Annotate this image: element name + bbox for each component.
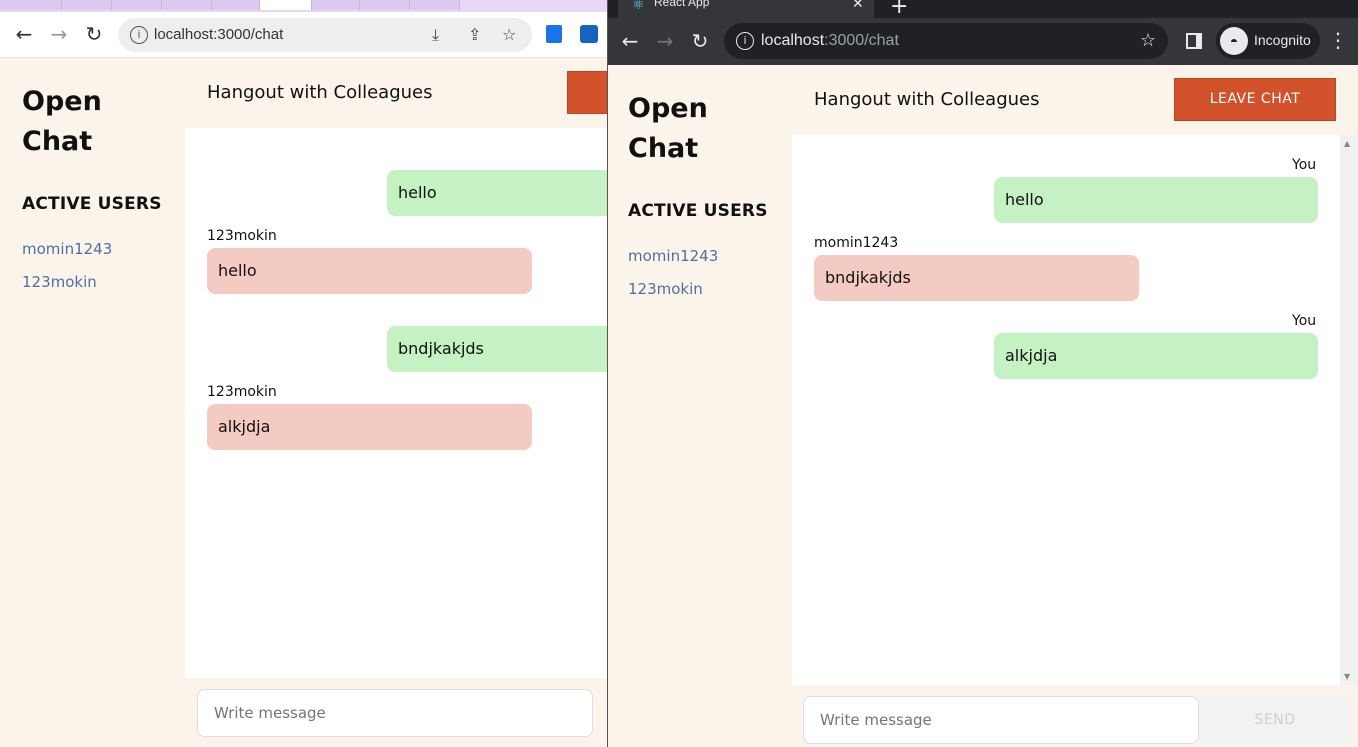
incognito-badge[interactable]: ◓ Incognito bbox=[1216, 23, 1320, 59]
user-item[interactable]: momin1243 bbox=[22, 240, 112, 258]
message-bubble-own: hello bbox=[387, 170, 607, 216]
message-sender: You bbox=[1292, 313, 1317, 329]
message-bubble-other: hello bbox=[207, 248, 532, 294]
messages-list: You hello momin1243 bndjkakjds You alkjd… bbox=[792, 135, 1340, 685]
browser-toolbar: ← → ↻ i localhost:3000/chat ☆ ◓ Incognit… bbox=[608, 18, 1358, 65]
chat-header: Hangout with Colleagues bbox=[185, 58, 607, 128]
tab-title: React App bbox=[654, 0, 710, 9]
reload-icon[interactable]: ↻ bbox=[688, 29, 712, 53]
brand-line: Open bbox=[628, 93, 708, 124]
messages-list: hello 123mokin hello bndjkakjds 123mokin… bbox=[185, 128, 607, 678]
incognito-icon: ◓ bbox=[1220, 27, 1248, 55]
info-icon[interactable]: i bbox=[736, 32, 754, 50]
tab-strip: ⚛ React App ✕ + bbox=[608, 0, 1358, 19]
address-path: :3000/chat bbox=[824, 32, 899, 49]
message-sender: 123mokin bbox=[207, 384, 277, 400]
room-title: Hangout with Colleagues bbox=[814, 89, 1040, 110]
room-title: Hangout with Colleagues bbox=[207, 82, 433, 103]
brand-logo: Open Chat bbox=[628, 89, 708, 169]
incognito-label: Incognito bbox=[1254, 32, 1311, 48]
close-tab-icon[interactable]: ✕ bbox=[852, 0, 864, 12]
tab[interactable] bbox=[0, 0, 62, 10]
extension-icon[interactable] bbox=[546, 25, 562, 43]
send-button[interactable]: SEND bbox=[1199, 696, 1351, 744]
install-icon[interactable]: ⤓ bbox=[432, 25, 439, 45]
menu-icon[interactable]: ⋮ bbox=[1328, 28, 1348, 52]
extension-icon[interactable] bbox=[580, 25, 598, 43]
scroll-up-icon[interactable]: ▲ bbox=[1344, 139, 1350, 148]
info-icon[interactable]: i bbox=[130, 26, 148, 44]
left-browser-window: ← → ↻ i localhost:3000/chat ⤓ ⇪ ☆ Open C… bbox=[0, 0, 607, 747]
right-browser-window: ⚛ React App ✕ + ← → ↻ i localhost:3000/c… bbox=[607, 0, 1358, 747]
side-panel-icon[interactable] bbox=[1186, 33, 1202, 49]
message-sender: 123mokin bbox=[207, 228, 277, 244]
brand-line: Chat bbox=[22, 126, 93, 157]
tab-react-app[interactable]: ⚛ React App ✕ bbox=[618, 0, 874, 18]
user-item[interactable]: momin1243 bbox=[628, 247, 718, 265]
message-bubble-other: bndjkakjds bbox=[814, 255, 1139, 301]
active-users-heading: ACTIVE USERS bbox=[628, 201, 768, 221]
bookmark-star-icon[interactable]: ☆ bbox=[502, 25, 516, 44]
chat-app: Open Chat ACTIVE USERS momin1243 123moki… bbox=[0, 58, 607, 747]
leave-chat-button[interactable]: LEAVE CHAT bbox=[1174, 78, 1336, 121]
tab[interactable] bbox=[410, 0, 460, 10]
forward-icon[interactable]: → bbox=[47, 22, 71, 46]
browser-toolbar: ← → ↻ i localhost:3000/chat ⤓ ⇪ ☆ bbox=[0, 12, 607, 58]
react-logo-icon: ⚛ bbox=[632, 0, 645, 12]
leave-chat-button[interactable] bbox=[567, 71, 607, 114]
user-item[interactable]: 123mokin bbox=[628, 280, 703, 298]
tab[interactable] bbox=[62, 0, 112, 10]
composer: SEND bbox=[792, 685, 1358, 747]
tab[interactable] bbox=[212, 0, 260, 10]
tab[interactable] bbox=[112, 0, 162, 10]
message-bubble-own: alkjdja bbox=[994, 333, 1318, 379]
new-tab-icon[interactable]: + bbox=[890, 0, 908, 19]
message-sender: You bbox=[1292, 157, 1317, 173]
message-bubble-own: bndjkakjds bbox=[387, 326, 607, 372]
tab-active[interactable] bbox=[260, 0, 312, 10]
share-icon[interactable]: ⇪ bbox=[468, 25, 481, 44]
chat-app: Open Chat ACTIVE USERS momin1243 123moki… bbox=[608, 65, 1358, 747]
back-icon[interactable]: ← bbox=[618, 29, 642, 53]
user-item[interactable]: 123mokin bbox=[22, 273, 97, 291]
address-host: localhost bbox=[761, 32, 825, 49]
composer bbox=[185, 678, 607, 747]
scroll-down-icon[interactable]: ▼ bbox=[1344, 672, 1350, 681]
back-icon[interactable]: ← bbox=[12, 22, 36, 46]
message-sender: momin1243 bbox=[814, 235, 899, 251]
address-bar[interactable]: i localhost:3000/chat ⤓ ⇪ ☆ bbox=[118, 18, 532, 52]
address-text: localhost:3000/chat bbox=[761, 32, 899, 50]
tab[interactable] bbox=[312, 0, 360, 10]
active-users-heading: ACTIVE USERS bbox=[22, 194, 162, 214]
chat-header: Hangout with Colleagues LEAVE CHAT bbox=[792, 65, 1358, 135]
message-bubble-own: hello bbox=[994, 177, 1318, 223]
reload-icon[interactable]: ↻ bbox=[82, 22, 106, 46]
sidebar: Open Chat ACTIVE USERS momin1243 123moki… bbox=[0, 58, 185, 747]
brand-line: Open bbox=[22, 86, 102, 117]
brand-line: Chat bbox=[628, 133, 699, 164]
messages-scrollbar[interactable]: ▲ ▼ bbox=[1340, 135, 1358, 685]
tab[interactable] bbox=[360, 0, 410, 10]
forward-icon[interactable]: → bbox=[653, 29, 677, 53]
tab[interactable] bbox=[162, 0, 212, 10]
bookmark-star-icon[interactable]: ☆ bbox=[1140, 30, 1156, 51]
message-bubble-other: alkjdja bbox=[207, 404, 532, 450]
sidebar: Open Chat ACTIVE USERS momin1243 123moki… bbox=[608, 65, 792, 747]
address-text: localhost:3000/chat bbox=[154, 26, 284, 43]
brand-logo: Open Chat bbox=[22, 82, 102, 162]
address-bar[interactable]: i localhost:3000/chat ☆ bbox=[724, 23, 1168, 59]
tab-strip bbox=[0, 0, 607, 12]
message-input[interactable] bbox=[197, 689, 593, 737]
message-input[interactable] bbox=[803, 696, 1199, 744]
